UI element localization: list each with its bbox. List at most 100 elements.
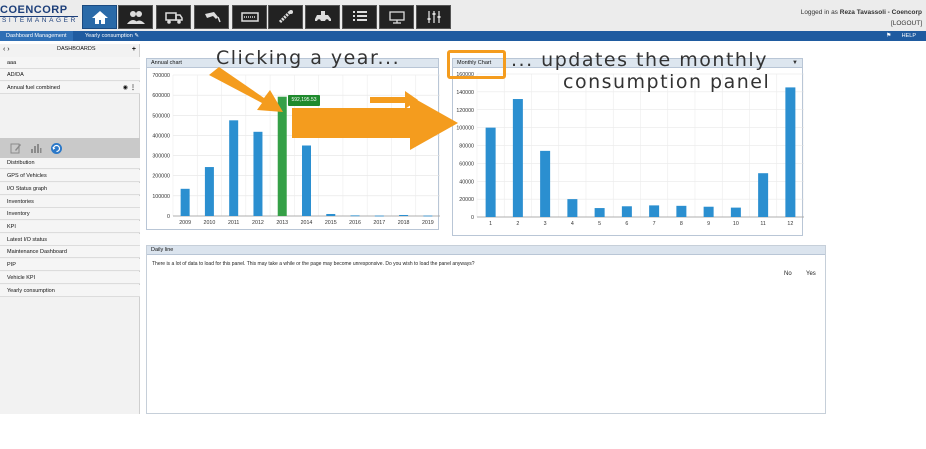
annual-bar[interactable]	[253, 131, 263, 216]
logo: COENCORP SITEMANAGER	[0, 4, 78, 28]
sidebar-header: ‹ › DASHBOARDS +	[0, 44, 140, 55]
card-reader-icon[interactable]	[232, 5, 267, 29]
logo-bottom: SITEMANAGER	[2, 17, 78, 24]
annual-y-tick-label: 0	[167, 214, 170, 220]
annual-bar[interactable]	[180, 188, 190, 216]
monthly-bar[interactable]	[540, 150, 551, 217]
monthly-x-tick-label: 1	[489, 221, 492, 227]
monthly-y-tick-label: 80000	[459, 144, 474, 150]
monthly-x-tick-label: 11	[760, 221, 766, 227]
monthly-bar[interactable]	[785, 87, 796, 217]
annual-bar[interactable]	[204, 167, 214, 216]
tab-strip: Dashboard Management Yearly consumption …	[0, 31, 926, 41]
annual-x-tick-label: 2011	[228, 220, 239, 226]
monthly-bar[interactable]	[676, 205, 687, 217]
monthly-y-tick-label: 100000	[456, 126, 474, 132]
logout-link[interactable]: [LOGOUT]	[801, 18, 922, 29]
user-name: Reza Tavassoli - Coencorp	[839, 9, 922, 16]
refresh-icon[interactable]	[49, 141, 63, 155]
logo-top: COENCORP	[0, 4, 68, 16]
monthly-bar[interactable]	[567, 199, 578, 217]
fuel-nozzle-icon[interactable]	[194, 5, 229, 29]
annual-x-tick-label: 2013	[276, 220, 288, 226]
sidebar-item-label: Vehicle KPI	[7, 275, 36, 281]
monthly-y-tick-label: 20000	[459, 197, 474, 203]
monthly-x-tick-label: 12	[787, 221, 793, 227]
tab-yearly-consumption[interactable]: Yearly consumption ✎	[85, 31, 139, 41]
annual-bar[interactable]	[423, 215, 433, 217]
car-service-icon[interactable]	[305, 5, 340, 29]
annual-x-tick-label: 2019	[422, 220, 434, 226]
sidebar-item[interactable]: Yearly consumption	[0, 285, 140, 297]
monthly-bar[interactable]	[730, 207, 741, 217]
sidebar-item[interactable]: Vehicle KPI	[0, 272, 140, 284]
annual-bar[interactable]	[277, 96, 287, 216]
annual-bar[interactable]	[350, 215, 360, 217]
tab-yearly-consumption-label: Yearly consumption	[85, 33, 133, 39]
drill-icon[interactable]	[268, 5, 303, 29]
sidebar-item[interactable]: Inventory	[0, 208, 140, 220]
annual-bar[interactable]	[229, 120, 239, 216]
monthly-bar[interactable]	[649, 205, 660, 217]
monthly-bar[interactable]	[758, 173, 769, 217]
monthly-bar[interactable]	[485, 127, 496, 217]
tab-dashboard-management[interactable]: Dashboard Management	[0, 31, 73, 41]
sidebar-item[interactable]: Latest I/O status	[0, 234, 140, 246]
sidebar-item[interactable]: AD/DA	[0, 69, 140, 81]
annual-y-tick-label: 300000	[152, 154, 170, 160]
sidebar-item-label: Inventories	[7, 199, 34, 205]
monthly-x-tick-label: 10	[733, 221, 739, 227]
annual-x-tick-label: 2015	[325, 220, 337, 226]
monthly-bar[interactable]	[594, 208, 605, 217]
help-link[interactable]: HELP	[902, 31, 916, 41]
list-icon[interactable]	[342, 5, 377, 29]
device-icon[interactable]	[379, 5, 414, 29]
chart-type-icon[interactable]	[29, 141, 43, 155]
annual-y-tick-label: 400000	[152, 133, 170, 139]
monthly-y-tick-label: 40000	[459, 179, 474, 185]
edit-dashboard-icon[interactable]	[9, 141, 23, 155]
daily-line-panel: Daily line There is a lot of data to loa…	[146, 245, 826, 414]
no-button[interactable]: No	[784, 271, 792, 277]
truck-icon[interactable]	[156, 5, 191, 29]
sidebar-item[interactable]: Annual fuel combined ◉ ⋮	[0, 82, 140, 94]
annual-bar[interactable]	[374, 215, 384, 217]
edit-icon[interactable]: ✎	[134, 33, 139, 39]
sidebar-item[interactable]: KPI	[0, 221, 140, 233]
sidebar-item[interactable]: GPS of Vehicles	[0, 170, 140, 182]
sidebar-item[interactable]: I/O Status graph	[0, 183, 140, 195]
users-icon[interactable]	[118, 5, 153, 29]
monthly-y-tick-label: 60000	[459, 161, 474, 167]
app-root: COENCORP SITEMANAGER Logged in as Reza T…	[0, 0, 926, 449]
annual-y-tick-label: 500000	[152, 113, 170, 119]
annual-y-tick-label: 200000	[152, 174, 170, 180]
sidebar-item[interactable]: aaa	[0, 57, 140, 69]
sidebar-item[interactable]: Distribution	[0, 157, 140, 169]
more-menu-icon[interactable]: ⋮	[130, 82, 136, 94]
annual-bar[interactable]	[326, 213, 336, 216]
annual-chart-panel: Annual chart 0 100000 200000 300000 400000 50…	[146, 58, 440, 230]
monthly-bar[interactable]	[621, 206, 632, 217]
eye-icon[interactable]: ◉	[123, 82, 128, 94]
sidebar-item[interactable]: PIP	[0, 259, 140, 271]
annotation-text-left: Clicking a year...	[216, 47, 401, 69]
logged-in-prefix: Logged in as	[800, 9, 840, 16]
home-icon[interactable]	[82, 5, 117, 29]
annual-bar[interactable]	[302, 145, 311, 217]
annual-chart: 0 100000 200000 300000 400000 500000 600000 700…	[152, 73, 440, 226]
sidebar-item[interactable]: Inventories	[0, 196, 140, 208]
monthly-y-tick-label: 140000	[456, 90, 474, 96]
add-dashboard-icon[interactable]: +	[132, 44, 136, 55]
monthly-bar[interactable]	[703, 206, 714, 217]
annual-x-tick-label: 2012	[252, 220, 264, 226]
monthly-x-tick-label: 2	[516, 221, 519, 227]
annual-y-tick-label: 600000	[152, 93, 170, 99]
monthly-x-tick-label: 5	[598, 221, 601, 227]
sidebar-nav-arrows-icon[interactable]: ‹ ›	[3, 44, 10, 55]
sliders-icon[interactable]	[416, 5, 451, 29]
flag-icon[interactable]: ⚑	[886, 33, 892, 39]
annual-bar[interactable]	[399, 214, 409, 216]
sidebar-item[interactable]: Maintenance Dashboard	[0, 246, 140, 258]
yes-button[interactable]: Yes	[806, 271, 816, 277]
monthly-bar[interactable]	[512, 99, 523, 217]
